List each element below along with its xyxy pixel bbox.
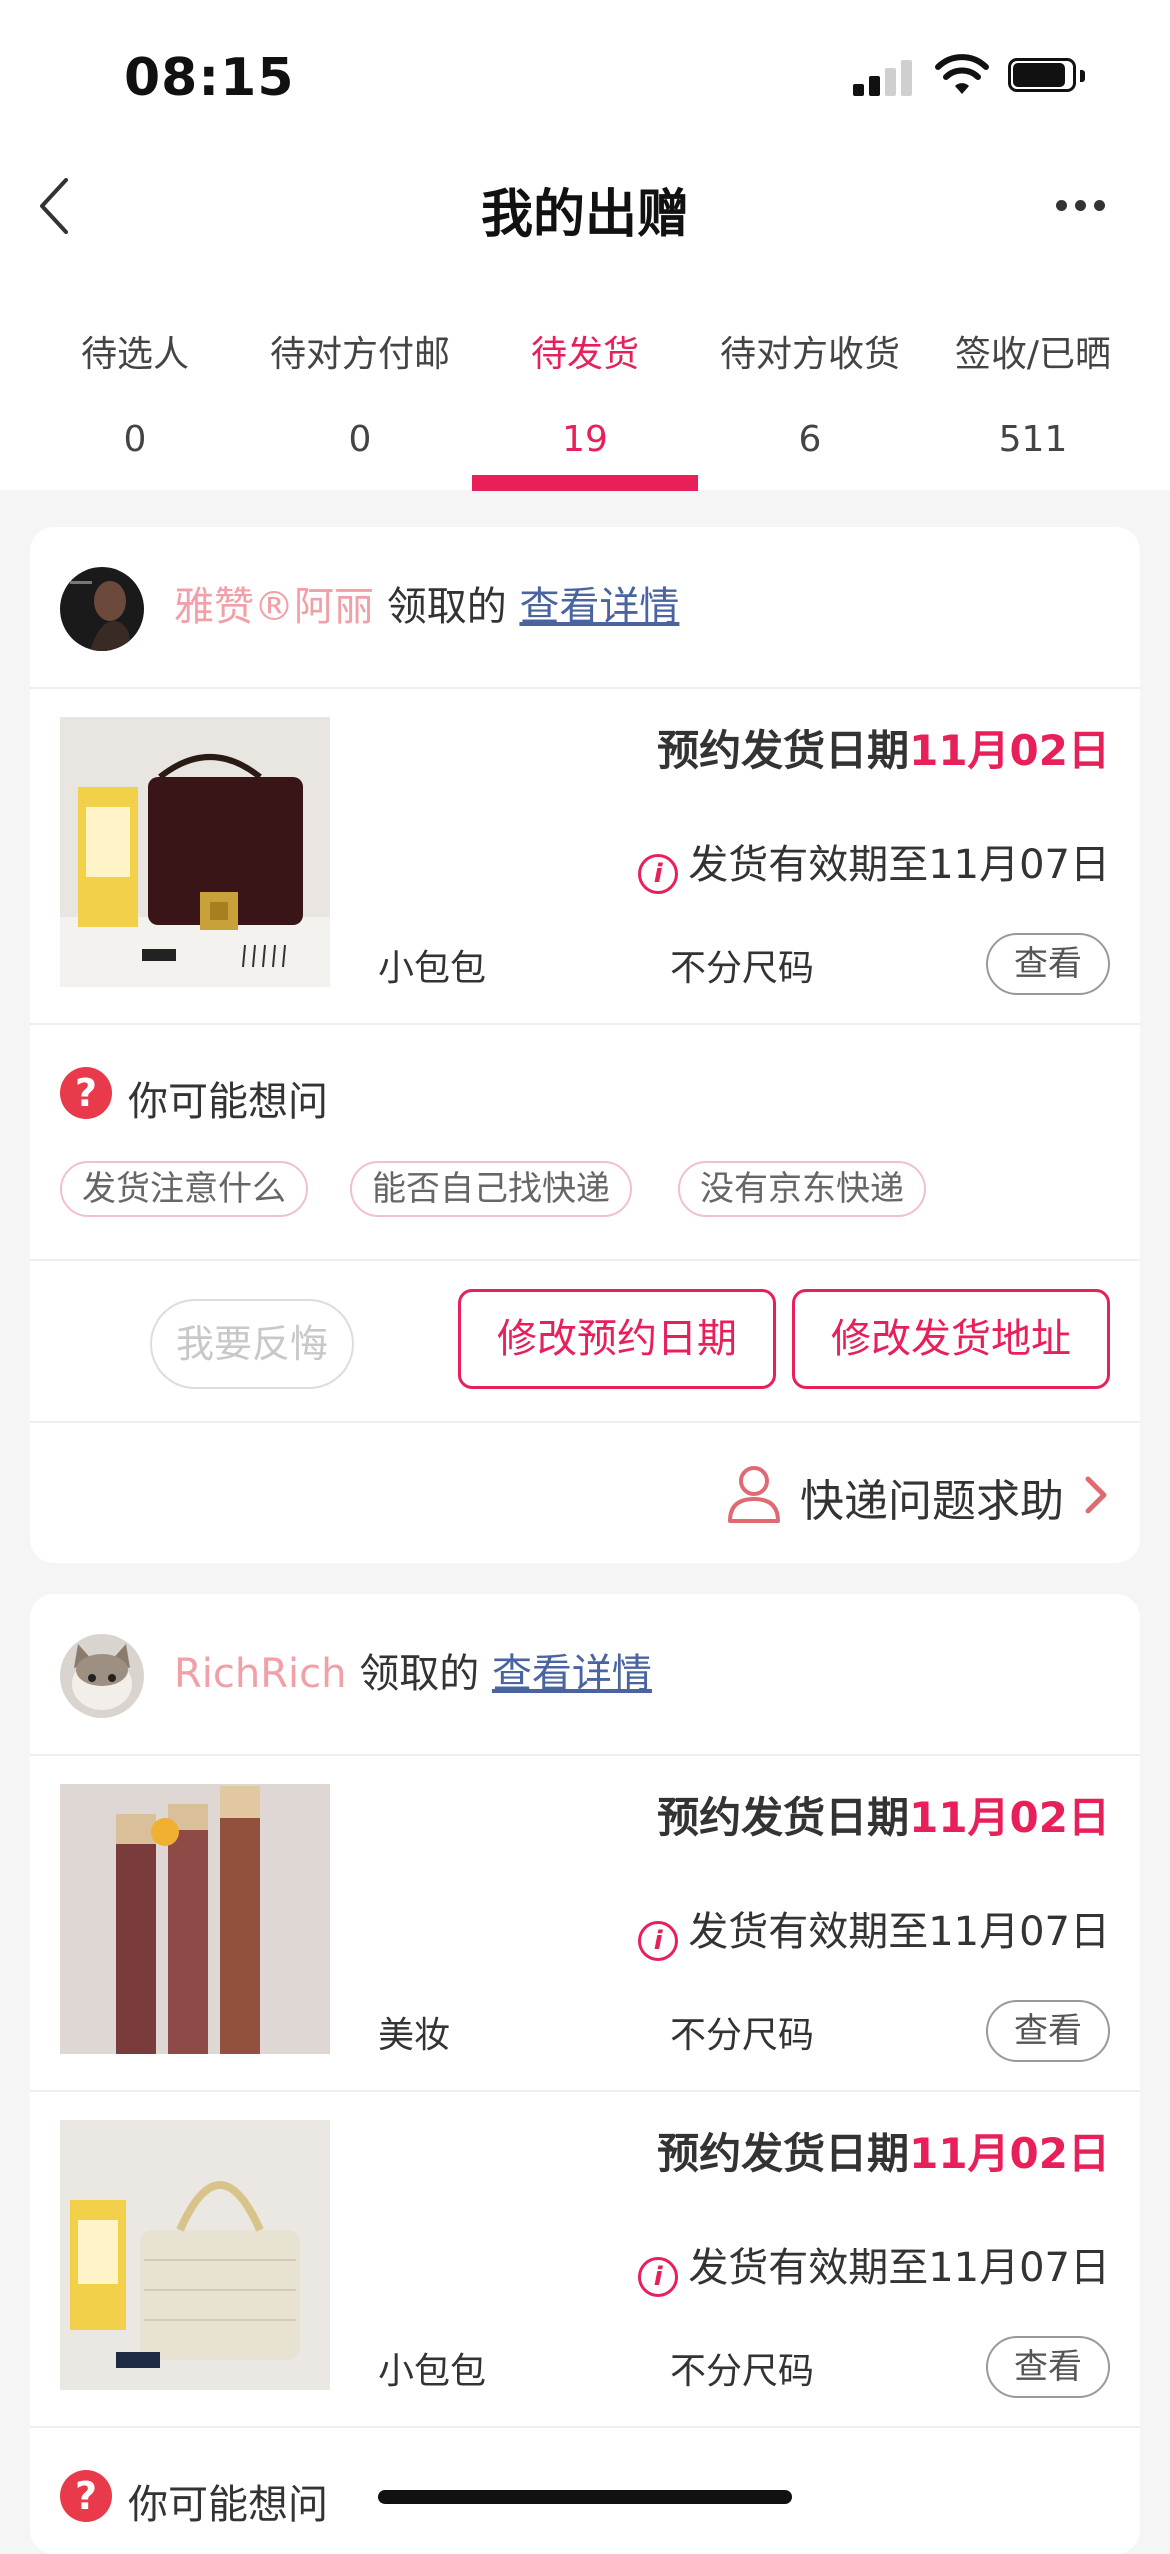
appointment-date: 预约发货日期11月02日	[657, 717, 1110, 778]
home-indicator	[378, 2490, 792, 2504]
status-time: 08:15	[124, 48, 295, 108]
ship-deadline-text: 发货有效期至11月07日	[688, 842, 1110, 888]
ship-deadline-text: 发货有效期至11月07日	[688, 2245, 1110, 2291]
ship-deadline: i 发货有效期至11月07日	[638, 1899, 1110, 1961]
product-image[interactable]	[60, 2120, 330, 2390]
claim-info: RichRich 领取的 查看详情	[174, 1644, 652, 1704]
change-date-button[interactable]: 修改预约日期	[458, 1289, 776, 1389]
claimed-text: 领取的	[386, 584, 507, 630]
courier-help-label: 快递问题求助	[800, 1476, 1064, 1527]
info-icon: i	[638, 1921, 679, 1961]
card-header: RichRich 领取的 查看详情	[30, 1594, 1140, 1756]
tab-signed[interactable]: 签收/已晒 511	[920, 325, 1146, 460]
username[interactable]: 雅赞®阿丽	[174, 584, 374, 630]
category: 美妆	[378, 2015, 451, 2056]
faq-chip[interactable]: 能否自己找快递	[350, 1161, 632, 1217]
tab-count: 19	[562, 419, 608, 460]
appointment-date: 预约发货日期11月02日	[657, 2120, 1110, 2181]
card-header: 雅赞®阿丽 领取的 查看详情	[30, 527, 1140, 689]
appointment-label: 预约发货日期	[657, 1793, 910, 1842]
tab-pending-receive[interactable]: 待对方收货 6	[697, 325, 923, 460]
question-icon: ?	[60, 1067, 112, 1119]
signal-icon	[853, 58, 915, 96]
size: 不分尺码	[670, 2015, 815, 2056]
regret-button[interactable]: 我要反悔	[150, 1299, 354, 1389]
view-detail-link[interactable]: 查看详情	[519, 584, 679, 630]
battery-icon	[1008, 58, 1088, 96]
faq-section: ? 你可能想问 发货注意什么 能否自己找快递 没有京东快递	[30, 1023, 1140, 1261]
ship-deadline-text: 发货有效期至11月07日	[688, 1909, 1110, 1955]
tab-pending-postage[interactable]: 待对方付邮 0	[247, 325, 473, 460]
header-area: 08:15 我的出赠 待选人 0 待对方付邮 0 待发货 19 待对方收货 6 …	[0, 0, 1170, 491]
view-button[interactable]: 查看	[986, 2336, 1110, 2398]
appointment-value: 11月02日	[909, 726, 1110, 775]
ship-deadline: i 发货有效期至11月07日	[638, 2235, 1110, 2297]
appointment-value: 11月02日	[909, 2129, 1110, 2178]
tab-label: 待发货	[530, 334, 639, 375]
view-button[interactable]: 查看	[986, 2000, 1110, 2062]
faq-title: 你可能想问	[128, 1079, 328, 1125]
appointment-label: 预约发货日期	[657, 2129, 910, 2178]
question-icon: ?	[60, 2470, 112, 2522]
avatar[interactable]	[60, 1634, 144, 1718]
product-image[interactable]	[60, 1784, 330, 2054]
faq-chip[interactable]: 发货注意什么	[60, 1161, 308, 1217]
order-item: 预约发货日期11月02日 i 发货有效期至11月07日 小包包 不分尺码 查看	[30, 2090, 1140, 2428]
action-bar: 我要反悔 修改预约日期 修改发货地址	[30, 1259, 1140, 1423]
claim-info: 雅赞®阿丽 领取的 查看详情	[174, 577, 679, 637]
faq-title: 你可能想问	[128, 2482, 328, 2528]
page-title: 我的出赠	[480, 185, 689, 245]
category: 小包包	[378, 948, 487, 989]
courier-help[interactable]: 快递问题求助	[30, 1421, 1140, 1561]
tab-count: 511	[998, 419, 1068, 460]
info-icon: i	[638, 854, 679, 894]
chevron-right-icon	[1085, 1476, 1107, 1514]
order-card: RichRich 领取的 查看详情 预约发货日期11月02日 i 发货有效期至11…	[30, 1594, 1140, 2554]
view-button[interactable]: 查看	[986, 933, 1110, 995]
tab-label: 待对方付邮	[269, 334, 450, 375]
product-image[interactable]	[60, 717, 330, 987]
category: 小包包	[378, 2351, 487, 2392]
order-item: 预约发货日期11月02日 i 发货有效期至11月07日 美妆 不分尺码 查看	[30, 1754, 1140, 2092]
ship-deadline: i 发货有效期至11月07日	[638, 832, 1110, 894]
change-address-button[interactable]: 修改发货地址	[792, 1289, 1110, 1389]
appointment-value: 11月02日	[909, 1793, 1110, 1842]
size: 不分尺码	[670, 2351, 815, 2392]
appointment-label: 预约发货日期	[657, 726, 910, 775]
user-icon	[728, 1466, 780, 1523]
tab-count: 0	[123, 419, 147, 460]
tab-label: 待选人	[80, 334, 189, 375]
order-card: 雅赞®阿丽 领取的 查看详情 预约发货日期11月02日 i 发货有效期至11月0…	[30, 527, 1140, 1563]
tab-indicator	[472, 475, 698, 491]
tab-pending-ship[interactable]: 待发货 19	[472, 325, 698, 460]
wifi-icon	[935, 54, 989, 94]
avatar[interactable]	[60, 567, 144, 651]
order-item: 预约发货日期11月02日 i 发货有效期至11月07日 小包包 不分尺码 查看	[30, 687, 1140, 1025]
appointment-date: 预约发货日期11月02日	[657, 1784, 1110, 1845]
claimed-text: 领取的	[359, 1651, 480, 1697]
view-detail-link[interactable]: 查看详情	[492, 1651, 652, 1697]
more-icon[interactable]	[1050, 196, 1110, 216]
info-icon: i	[638, 2257, 679, 2297]
size: 不分尺码	[670, 948, 815, 989]
faq-chip[interactable]: 没有京东快递	[678, 1161, 926, 1217]
username[interactable]: RichRich	[174, 1651, 347, 1697]
tab-label: 待对方收货	[719, 334, 900, 375]
tab-pending-select[interactable]: 待选人 0	[22, 325, 248, 460]
tab-label: 签收/已晒	[954, 334, 1112, 375]
tab-count: 6	[798, 419, 822, 460]
tab-count: 0	[348, 419, 372, 460]
